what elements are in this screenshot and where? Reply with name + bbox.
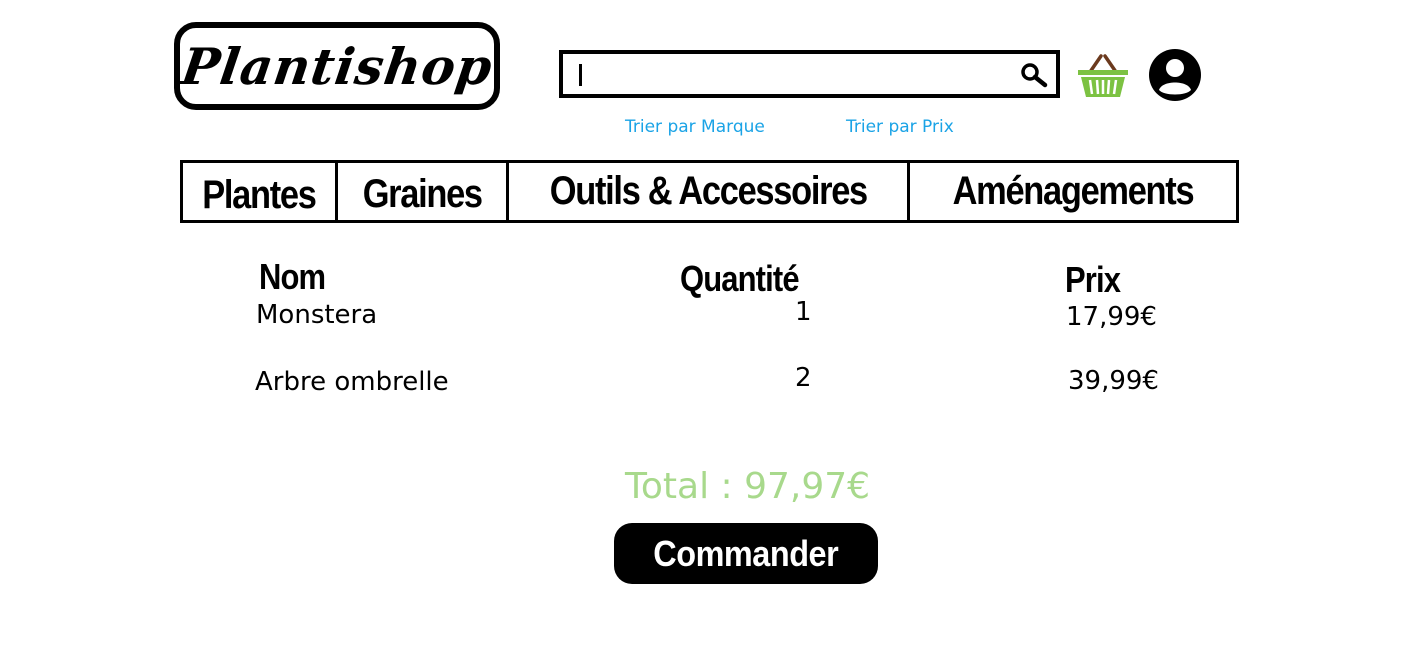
category-label: Graines (362, 172, 482, 216)
category-label: Plantes (202, 173, 317, 217)
search-icon[interactable] (1020, 62, 1048, 88)
cart-item-quantity: 2 (795, 363, 812, 393)
cart-item-price: 17,99€ (1066, 302, 1157, 332)
column-header-price: Prix (1065, 259, 1129, 301)
sort-by-brand-link[interactable]: Trier par Marque (625, 117, 765, 137)
logo[interactable]: Plantishop (174, 22, 500, 110)
cart-item-name: Arbre ombrelle (255, 367, 449, 397)
column-header-price-text: Prix (1065, 259, 1121, 300)
order-button-label: Commander (653, 532, 839, 574)
text-cursor (579, 64, 582, 86)
column-header-name-text: Nom (259, 256, 326, 297)
basket-icon[interactable] (1076, 52, 1130, 100)
category-label: Aménagements (952, 169, 1195, 213)
cart-item-quantity: 1 (795, 297, 812, 327)
logo-text: Plantishop (177, 36, 497, 96)
column-header-name: Nom (259, 256, 336, 298)
category-amenagements[interactable]: Aménagements (910, 163, 1236, 220)
column-header-quantity: Quantité (680, 258, 818, 300)
column-header-quantity-text: Quantité (680, 258, 800, 299)
search-input[interactable] (573, 58, 1003, 90)
account-icon[interactable] (1148, 48, 1202, 102)
sort-by-price-link[interactable]: Trier par Prix (846, 117, 954, 137)
category-plantes[interactable]: Plantes (183, 163, 338, 220)
cart-item-name: Monstera (256, 300, 378, 330)
category-nav: Plantes Graines Outils & Accessoires Amé… (180, 160, 1239, 223)
cart-total: Total : 97,97€ (625, 466, 871, 507)
order-button[interactable]: Commander (614, 523, 878, 584)
cart-item-price: 39,99€ (1068, 366, 1159, 396)
category-graines[interactable]: Graines (338, 163, 509, 220)
category-outils-accessoires[interactable]: Outils & Accessoires (509, 163, 910, 220)
search-bar[interactable] (559, 50, 1060, 98)
category-label: Outils & Accessoires (549, 169, 867, 213)
